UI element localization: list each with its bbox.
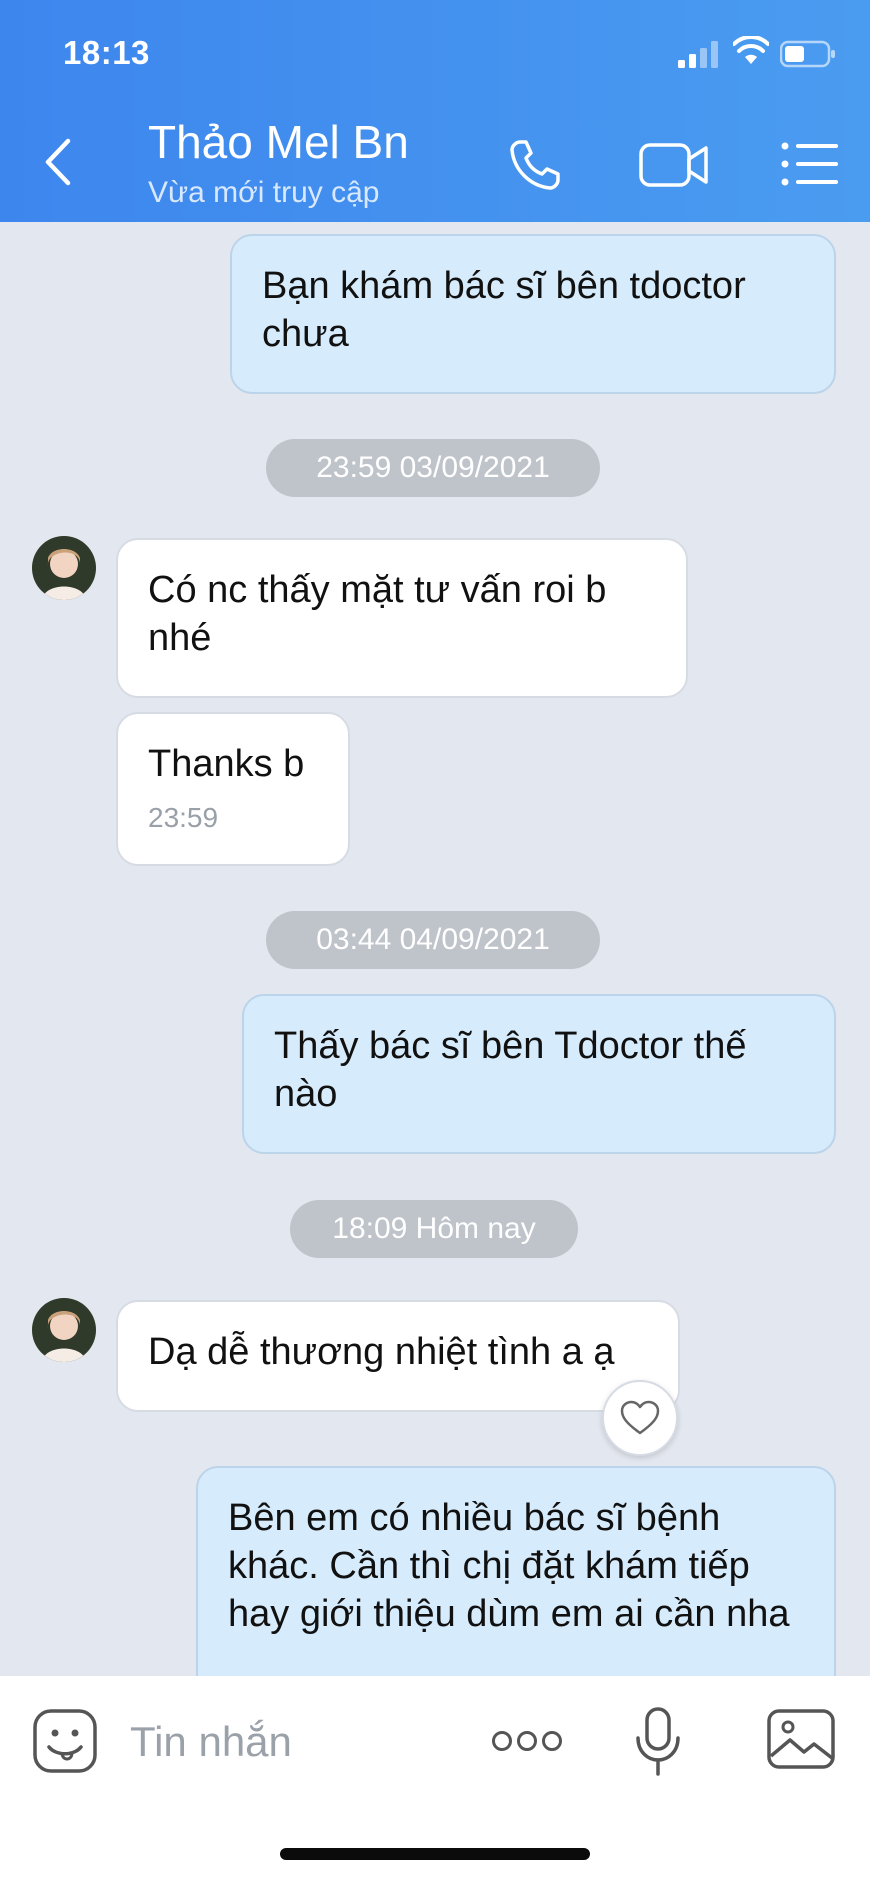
message-input[interactable] bbox=[128, 1708, 452, 1776]
avatar-image bbox=[32, 1298, 96, 1362]
react-heart-button[interactable] bbox=[602, 1380, 678, 1456]
battery-icon bbox=[780, 40, 835, 68]
date-divider: 23:59 03/09/2021 bbox=[266, 439, 600, 497]
heart-icon bbox=[620, 1400, 660, 1435]
contact-avatar[interactable] bbox=[32, 536, 96, 600]
message-bubble-incoming[interactable]: Thanks b 23:59 bbox=[116, 712, 350, 866]
message-bubble-incoming[interactable]: Dạ dễ thương nhiệt tình a ạ bbox=[116, 1300, 680, 1412]
more-dots-icon[interactable] bbox=[490, 1726, 564, 1756]
message-bubble-outgoing[interactable]: Thấy bác sĩ bên Tdoctor thế nào bbox=[242, 994, 836, 1154]
contact-avatar[interactable] bbox=[32, 1298, 96, 1362]
video-camera-icon[interactable] bbox=[638, 140, 710, 190]
message-text: Dạ dễ thương nhiệt tình a ạ bbox=[148, 1331, 615, 1373]
home-indicator bbox=[280, 1848, 590, 1860]
menu-list-icon[interactable] bbox=[780, 140, 840, 188]
message-text: Có nc thấy mặt tư vấn roi b nhé bbox=[148, 569, 607, 659]
chat-header: 18:13 Thảo Mel Bn Vừa mới truy cập bbox=[0, 0, 870, 222]
date-divider: 18:09 Hôm nay bbox=[290, 1200, 578, 1258]
message-time: 23:59 bbox=[148, 802, 219, 833]
signal-icon bbox=[678, 41, 718, 68]
message-bubble-incoming[interactable]: Có nc thấy mặt tư vấn roi b nhé bbox=[116, 538, 688, 698]
message-text: Bạn khám bác sĩ bên tdoctor chưa bbox=[262, 265, 746, 355]
message-input-bar bbox=[0, 1676, 870, 1884]
wifi-icon bbox=[733, 36, 769, 64]
contact-status: Vừa mới truy cập bbox=[148, 176, 380, 209]
contact-name[interactable]: Thảo Mel Bn bbox=[148, 116, 409, 168]
message-text: Bên em có nhiều bác sĩ bệnh khác. Cần th… bbox=[228, 1497, 790, 1635]
image-icon[interactable] bbox=[766, 1708, 836, 1770]
back-icon[interactable] bbox=[38, 135, 78, 189]
message-bubble-outgoing[interactable]: Bạn khám bác sĩ bên tdoctor chưa bbox=[230, 234, 836, 394]
avatar-image bbox=[32, 536, 96, 600]
date-divider: 03:44 04/09/2021 bbox=[266, 911, 600, 969]
sticker-icon[interactable] bbox=[32, 1708, 98, 1774]
message-text: Thanks b bbox=[148, 743, 305, 785]
microphone-icon[interactable] bbox=[632, 1706, 684, 1778]
message-text: Thấy bác sĩ bên Tdoctor thế nào bbox=[274, 1025, 747, 1115]
phone-icon[interactable] bbox=[506, 136, 564, 194]
status-bar-time: 18:13 bbox=[63, 34, 150, 71]
